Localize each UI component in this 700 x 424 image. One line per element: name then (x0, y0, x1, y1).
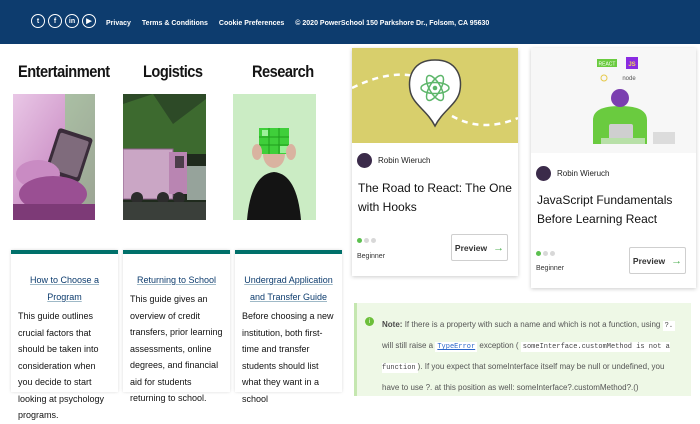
author-name: Robin Wieruch (557, 169, 610, 178)
course-author: Robin Wieruch (357, 153, 430, 168)
difficulty-indicator (536, 251, 555, 256)
course-level: Beginner (357, 253, 386, 260)
category-title-logistics: Logistics (143, 62, 203, 81)
privacy-link[interactable]: Privacy (106, 20, 131, 27)
facebook-icon[interactable]: f (48, 14, 62, 28)
preview-button[interactable]: Preview → (629, 247, 686, 274)
copyright-text: © 2020 PowerSchool 150 Parkshore Dr., Fo… (295, 20, 490, 27)
arrow-right-icon: → (493, 241, 505, 254)
guide-description: This guide outlines crucial factors that… (18, 311, 105, 420)
course-title[interactable]: JavaScript Fundamentals Before Learning … (537, 191, 691, 229)
guide-title[interactable]: Returning to School (130, 272, 223, 289)
author-name: Robin Wieruch (378, 156, 431, 165)
react-badge: REACT (599, 62, 616, 68)
guide-card[interactable]: Undergrad Application and Transfer Guide… (235, 250, 342, 404)
category-title-research: Research (252, 62, 314, 81)
entertainment-image[interactable] (13, 94, 95, 220)
guide-title[interactable]: Undergrad Application and Transfer Guide (242, 272, 335, 306)
avatar (357, 153, 372, 168)
terms-link[interactable]: Terms & Conditions (142, 20, 208, 27)
cookie-preferences-link[interactable]: Cookie Preferences (219, 20, 284, 27)
twitter-icon[interactable]: t (31, 14, 45, 28)
info-icon: i (365, 317, 374, 326)
note-callout: i Note: If there is a property with such… (354, 303, 691, 396)
preview-button[interactable]: Preview → (451, 234, 508, 261)
guide-title[interactable]: How to Choose a Program (18, 272, 111, 306)
guide-description: Before choosing a new institution, both … (242, 311, 334, 404)
footer-bar: t f in ▶ Privacy Terms & Conditions Cook… (0, 0, 700, 44)
note-text: Note: If there is a property with such a… (382, 320, 676, 392)
linkedin-icon[interactable]: in (65, 14, 79, 28)
guide-description: This guide gives an overview of credit t… (130, 294, 223, 403)
typeerror-link[interactable]: TypeError (435, 342, 478, 352)
course-card[interactable]: REACT JS node Robin Wieruch JavaScript F… (531, 48, 696, 288)
arrow-right-icon: → (671, 254, 683, 267)
course-title[interactable]: The Road to React: The One with Hooks (358, 179, 512, 217)
course-author: Robin Wieruch (536, 166, 609, 181)
avatar (536, 166, 551, 181)
course-hero-image: REACT JS node (531, 48, 696, 153)
course-card[interactable]: Robin Wieruch The Road to React: The One… (352, 48, 518, 276)
js-badge: JS (628, 62, 635, 68)
guide-card[interactable]: How to Choose a Program This guide outli… (11, 250, 118, 420)
youtube-icon[interactable]: ▶ (82, 14, 96, 28)
category-title-entertainment: Entertainment (18, 62, 110, 81)
footer-links: Privacy Terms & Conditions Cookie Prefer… (106, 20, 489, 27)
node-badge: node (622, 76, 636, 82)
course-level: Beginner (536, 265, 565, 272)
guide-card[interactable]: Returning to School This guide gives an … (123, 250, 230, 403)
course-hero-image (352, 48, 518, 143)
logistics-image[interactable] (123, 94, 206, 220)
social-links: t f in ▶ (31, 14, 96, 28)
difficulty-indicator (357, 238, 376, 243)
research-image[interactable] (233, 94, 316, 220)
